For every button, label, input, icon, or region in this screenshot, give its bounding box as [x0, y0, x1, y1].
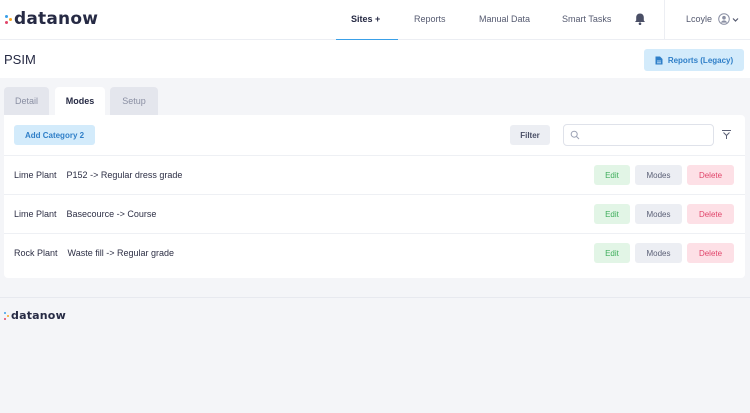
tab-detail[interactable]: Detail	[4, 87, 49, 115]
edit-button[interactable]: Edit	[594, 243, 630, 263]
table-row: Lime Plant Basecource -> Course Edit Mod…	[4, 194, 745, 233]
table-row: Lime Plant P152 -> Regular dress grade E…	[4, 155, 745, 194]
page-header: PSIM Reports (Legacy)	[0, 40, 750, 78]
delete-button[interactable]: Delete	[687, 204, 734, 224]
clear-filter-icon[interactable]	[721, 129, 732, 140]
bell-icon[interactable]	[633, 12, 647, 26]
row-description: Waste fill -> Regular grade	[67, 248, 175, 258]
tab-modes[interactable]: Modes	[55, 87, 105, 115]
filter-button[interactable]: Filter	[510, 125, 550, 145]
nav-sites[interactable]: Sites +	[351, 0, 380, 40]
delete-button[interactable]: Delete	[687, 165, 734, 185]
row-label: Rock Plant Waste fill -> Regular grade	[14, 248, 174, 258]
row-plant: Rock Plant	[14, 248, 58, 258]
row-label: Lime Plant P152 -> Regular dress grade	[14, 170, 182, 180]
tab-setup[interactable]: Setup	[110, 87, 158, 115]
modes-button[interactable]: Modes	[635, 204, 682, 224]
search-input[interactable]	[584, 128, 709, 142]
brand-logo[interactable]: datanow	[4, 9, 98, 29]
user-name: Lcoyle	[686, 14, 713, 24]
reports-legacy-button[interactable]: Reports (Legacy)	[644, 49, 744, 71]
modes-card: Add Category 2 Filter Lime Plant P152 ->…	[4, 115, 745, 278]
page-title: PSIM	[4, 52, 36, 67]
logo-dots-icon	[3, 310, 11, 321]
nav-divider	[664, 0, 665, 40]
row-description: Basecource -> Course	[66, 209, 157, 219]
search-box	[563, 124, 714, 146]
modes-button[interactable]: Modes	[635, 165, 682, 185]
row-label: Lime Plant Basecource -> Course	[14, 209, 156, 219]
table-row: Rock Plant Waste fill -> Regular grade E…	[4, 233, 745, 272]
footer-logo-text: datanow	[11, 309, 66, 322]
edit-button[interactable]: Edit	[594, 204, 630, 224]
search-icon	[570, 130, 580, 140]
add-category-button[interactable]: Add Category 2	[14, 125, 95, 145]
logo-dots-icon	[4, 11, 14, 27]
chevron-down-icon	[732, 17, 739, 22]
document-icon	[655, 56, 663, 64]
row-plant: Lime Plant	[14, 209, 57, 219]
reports-legacy-label: Reports (Legacy)	[667, 55, 734, 65]
row-description: P152 -> Regular dress grade	[66, 170, 183, 180]
nav-reports[interactable]: Reports	[414, 0, 446, 40]
delete-button[interactable]: Delete	[687, 243, 734, 263]
modes-button[interactable]: Modes	[635, 243, 682, 263]
nav-smart-tasks[interactable]: Smart Tasks	[562, 0, 611, 40]
user-circle-icon	[718, 13, 730, 25]
top-nav: datanow Sites + Reports Manual Data Smar…	[0, 0, 750, 41]
row-plant: Lime Plant	[14, 170, 57, 180]
logo-text: datanow	[14, 9, 99, 29]
edit-button[interactable]: Edit	[594, 165, 630, 185]
footer-logo[interactable]: datanow	[3, 309, 66, 322]
footer-divider	[0, 297, 750, 298]
nav-manual-data[interactable]: Manual Data	[479, 0, 530, 40]
user-menu[interactable]: Lcoyle	[686, 13, 739, 25]
